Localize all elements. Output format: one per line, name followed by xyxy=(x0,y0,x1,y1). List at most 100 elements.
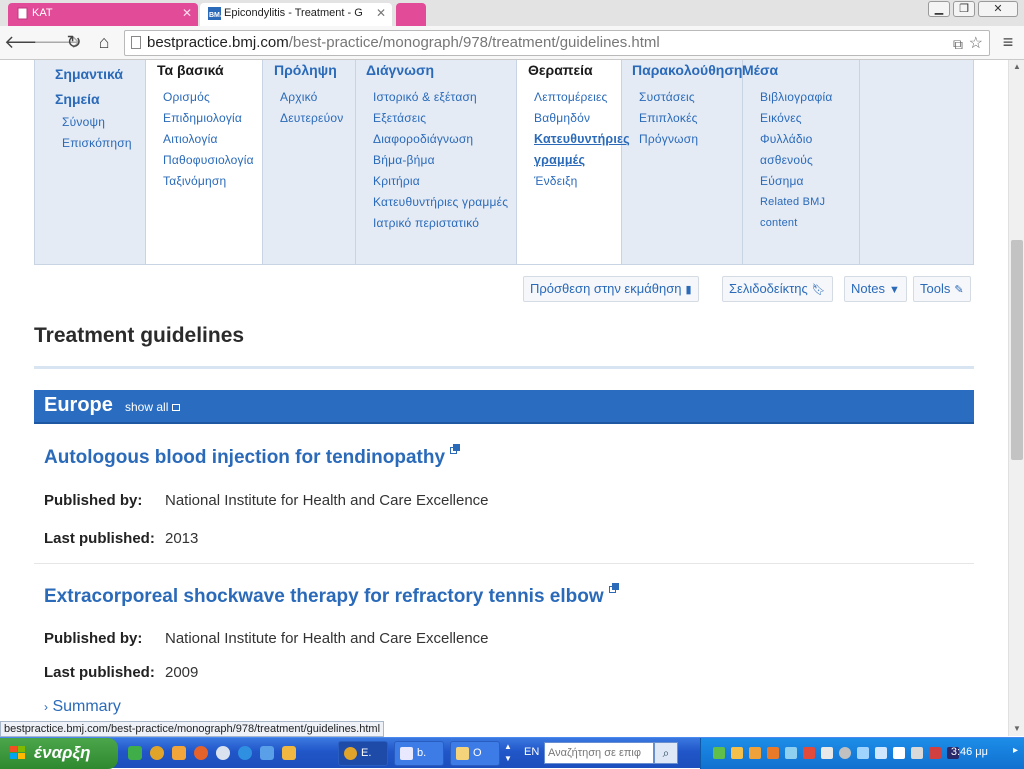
tray-icon[interactable] xyxy=(767,747,779,759)
tray-icon[interactable] xyxy=(749,747,761,759)
menu-link[interactable]: Πρόγνωση xyxy=(639,129,698,150)
menu-link[interactable]: Λεπτομέρειες xyxy=(534,87,630,108)
menu-link[interactable]: Επιδημιολογία xyxy=(163,108,254,129)
forward-icon[interactable]: 🡒 xyxy=(33,30,81,54)
star-icon[interactable]: ☆ xyxy=(969,32,983,55)
tray-icon[interactable] xyxy=(929,747,941,759)
bookmarks-button[interactable]: Σελιδοδείκτης 🔖︎ xyxy=(722,276,833,302)
scrollbar-thumb[interactable] xyxy=(1011,240,1023,460)
chrome-icon[interactable] xyxy=(150,746,164,760)
tray-icon[interactable] xyxy=(803,747,815,759)
menu-link[interactable]: Επισκόπηση xyxy=(62,133,132,154)
menu-icon[interactable]: ≡ xyxy=(996,30,1020,54)
menu-link[interactable]: Βήμα-βήμα xyxy=(373,150,508,171)
menu-heading-media[interactable]: Μέσα xyxy=(742,62,778,78)
menu-link[interactable]: Ένδειξη xyxy=(534,171,630,192)
menu-link-current[interactable]: Κατευθυντήριες γραμμές xyxy=(534,129,630,171)
menu-link[interactable]: Ιστορικό & εξέταση xyxy=(373,87,508,108)
search-icon[interactable]: ⌕ xyxy=(654,742,678,764)
new-tab-button[interactable] xyxy=(396,3,426,26)
mail-icon[interactable] xyxy=(731,747,743,759)
taskbar-button-word[interactable]: b. xyxy=(394,741,444,766)
tools-button[interactable]: Tools ✎ xyxy=(913,276,971,302)
notes-button[interactable]: Notes ▼ xyxy=(844,276,907,302)
tray-icon[interactable] xyxy=(839,747,851,759)
scroll-down-icon[interactable]: ▼ xyxy=(1009,722,1024,736)
menu-link[interactable]: Διαφοροδιάγνωση xyxy=(373,129,508,150)
taskbar-scroll-icon[interactable]: ▲ ▼ xyxy=(504,741,512,765)
menu-link[interactable]: Φυλλάδιο ασθενούς xyxy=(760,129,856,171)
network-icon[interactable] xyxy=(911,747,923,759)
clock[interactable]: 3:46 μμ xyxy=(951,746,988,758)
show-all-toggle[interactable]: show all xyxy=(125,400,181,414)
vertical-scrollbar[interactable]: ▲ ▼ xyxy=(1008,60,1024,736)
menu-link[interactable]: Βαθμηδόν xyxy=(534,108,630,129)
menu-link[interactable]: Related BMJ content xyxy=(760,192,856,234)
desktop-icon[interactable] xyxy=(260,746,274,760)
menu-link[interactable]: Συστάσεις xyxy=(639,87,698,108)
menu-link[interactable]: Παθοφυσιολογία xyxy=(163,150,254,171)
scroll-up-icon[interactable]: ▲ xyxy=(1009,60,1024,74)
quick-launch-icon[interactable] xyxy=(128,746,142,760)
taskbar-button-chrome[interactable]: E. xyxy=(338,741,388,766)
start-label: έναρξη xyxy=(34,743,91,762)
add-to-learning-button[interactable]: Πρόσθεση στην εκμάθηση ▮ xyxy=(523,276,699,302)
media-player-icon[interactable] xyxy=(216,746,230,760)
desktop-search-input[interactable]: Αναζήτηση σε επιφ xyxy=(544,742,654,764)
menu-link[interactable]: Εικόνες xyxy=(760,108,856,129)
tab-label: Epicondylitis - Treatment - G xyxy=(224,7,363,19)
menu-link[interactable]: Επιπλοκές xyxy=(639,108,698,129)
menu-heading-highlights[interactable]: Σημαντικά Σημεία xyxy=(55,62,135,112)
language-indicator[interactable]: EN xyxy=(524,746,539,758)
close-icon[interactable]: ✕ xyxy=(182,3,192,23)
menu-heading-follow-up[interactable]: Παρακολούθηση xyxy=(632,62,742,78)
menu-link[interactable]: Ιατρικό περιστατικό xyxy=(373,213,508,234)
home-icon[interactable]: ⌂ xyxy=(92,30,116,54)
bookmark-icon: 🔖︎ xyxy=(811,284,826,296)
start-button[interactable]: έναρξη xyxy=(0,738,118,769)
minimize-button[interactable]: ▁ xyxy=(928,1,950,17)
menu-heading-basics[interactable]: Τα βασικά xyxy=(157,62,224,78)
tray-icon[interactable] xyxy=(713,747,725,759)
taskbar-button-label: b. xyxy=(417,747,427,759)
guideline-title-link[interactable]: Autologous blood injection for tendinopa… xyxy=(44,444,461,469)
show-desktop-icon[interactable]: ▸ xyxy=(1013,745,1018,756)
volume-icon[interactable] xyxy=(821,747,833,759)
close-icon[interactable]: ✕ xyxy=(376,3,386,23)
menu-heading-prevention[interactable]: Πρόληψη xyxy=(274,62,337,78)
reload-icon[interactable]: ↻ xyxy=(62,30,86,54)
guideline-title-link[interactable]: Extracorporeal shockwave therapy for ref… xyxy=(44,583,619,608)
menu-link[interactable]: Αιτιολογία xyxy=(163,129,254,150)
address-bar[interactable]: bestpractice.bmj.com/best-practice/monog… xyxy=(124,30,990,56)
menu-link[interactable]: Δευτερεύον xyxy=(280,108,343,129)
firefox-icon[interactable] xyxy=(194,746,208,760)
search-tray-icon[interactable] xyxy=(857,747,869,759)
taskbar-button-outlook[interactable]: O xyxy=(450,741,500,766)
menu-link[interactable]: Εξετάσεις xyxy=(373,108,508,129)
close-window-button[interactable]: ✕ xyxy=(978,1,1018,17)
messenger-icon[interactable] xyxy=(282,746,296,760)
menu-heading-treatment[interactable]: Θεραπεία xyxy=(528,62,593,78)
restore-button[interactable]: ❐ xyxy=(953,1,975,17)
svg-text:BMJ: BMJ xyxy=(209,12,221,19)
menu-link[interactable]: Αρχικό xyxy=(280,87,343,108)
translate-icon[interactable]: ⧉ xyxy=(953,32,963,55)
tab-kat[interactable]: KAT ✕ xyxy=(8,3,198,26)
menu-link[interactable]: Ορισμός xyxy=(163,87,254,108)
menu-link[interactable]: Σύνοψη xyxy=(62,112,132,133)
menu-link[interactable]: Εύσημα xyxy=(760,171,856,192)
ie-icon[interactable] xyxy=(238,746,252,760)
menu-link[interactable]: Ταξινόμηση xyxy=(163,171,254,192)
menu-link[interactable]: Βιβλιογραφία xyxy=(760,87,856,108)
tray-icon[interactable] xyxy=(893,747,905,759)
menu-heading-diagnosis[interactable]: Διάγνωση xyxy=(366,62,434,78)
tab-epicondylitis[interactable]: BMJ Epicondylitis - Treatment - G ✕ xyxy=(200,3,392,26)
menu-link[interactable]: Κατευθυντήριες γραμμές xyxy=(373,192,508,213)
menu-link[interactable]: Κριτήρια xyxy=(373,171,508,192)
tray-icon[interactable] xyxy=(875,747,887,759)
summary-toggle[interactable]: › Summary xyxy=(44,698,121,716)
url-host: bestpractice.bmj.com xyxy=(147,34,289,51)
messenger-icon[interactable] xyxy=(172,746,186,760)
back-icon[interactable]: 🡐 xyxy=(4,30,52,54)
bluetooth-icon[interactable] xyxy=(785,747,797,759)
